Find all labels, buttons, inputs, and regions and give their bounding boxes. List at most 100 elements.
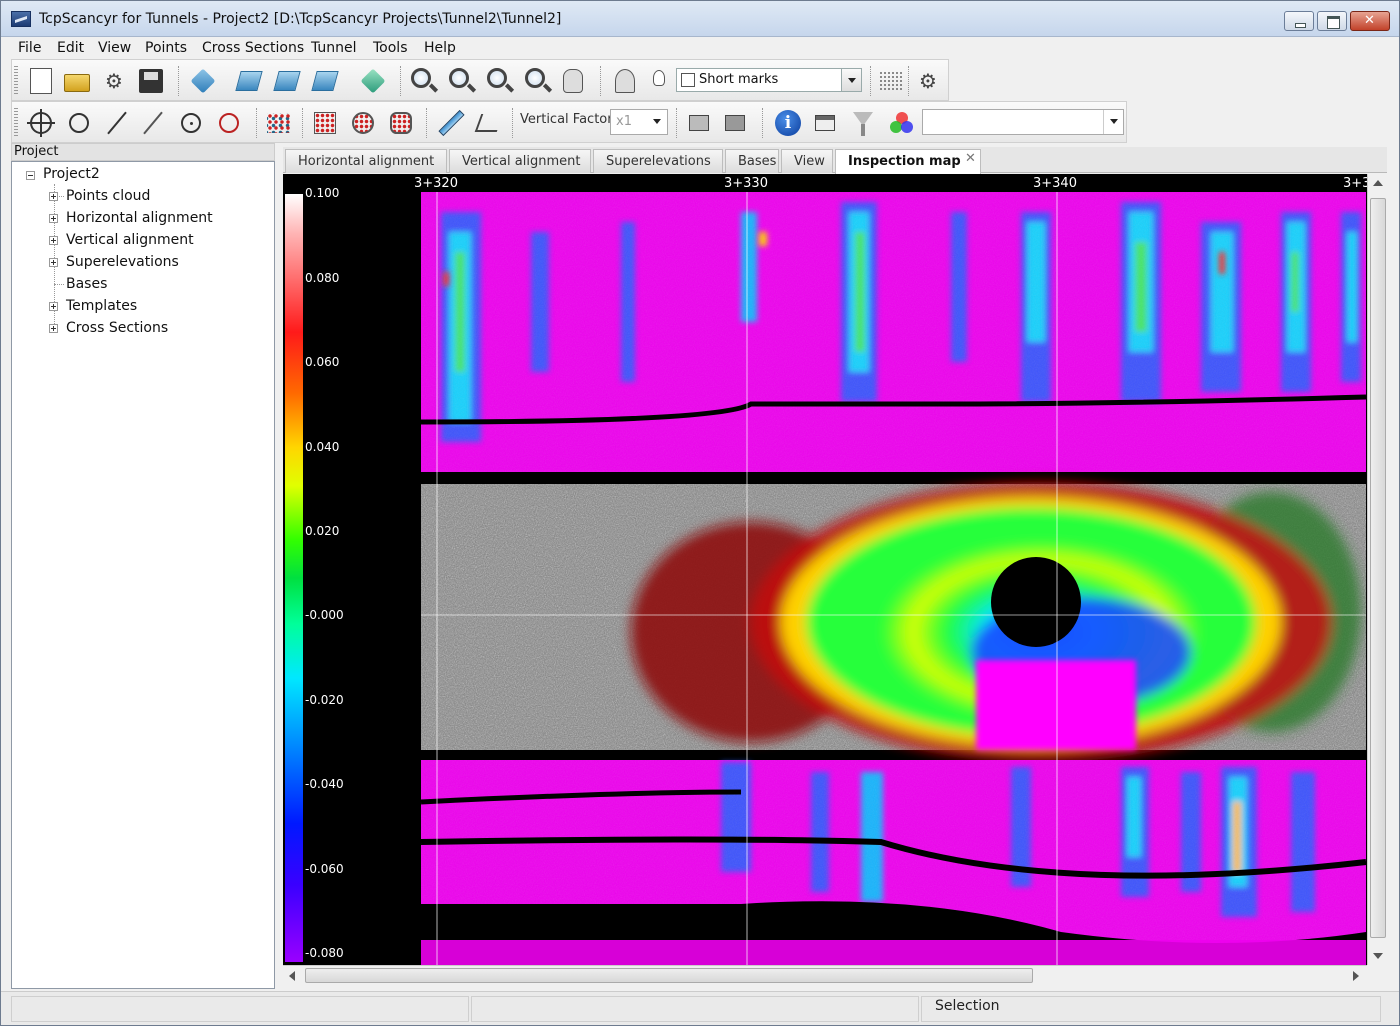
- short-marks-label: Short marks: [699, 72, 779, 87]
- settings-icon[interactable]: ⚙: [100, 66, 130, 96]
- circle-red-icon[interactable]: [214, 108, 244, 138]
- menu-tunnel[interactable]: Tunnel: [311, 40, 357, 56]
- minimize-button[interactable]: [1284, 11, 1314, 31]
- points-box-icon[interactable]: [310, 108, 340, 138]
- tree-node-project[interactable]: Project2: [43, 166, 100, 182]
- tree-expander[interactable]: [49, 192, 58, 201]
- gear-icon[interactable]: ⚙: [914, 66, 944, 96]
- menu-cross-sections[interactable]: Cross Sections: [202, 40, 304, 56]
- points-circle-icon[interactable]: [348, 108, 378, 138]
- tab-inspection-map[interactable]: Inspection map: [835, 149, 981, 174]
- tree-node-vertical-alignment[interactable]: Vertical alignment: [66, 232, 194, 248]
- tab-view[interactable]: View: [781, 149, 833, 173]
- close-tab-icon[interactable]: ✕: [965, 151, 976, 166]
- close-button[interactable]: [1350, 11, 1390, 31]
- vertical-factor-select[interactable]: x1: [610, 109, 668, 135]
- tree-expander[interactable]: [26, 171, 35, 180]
- camera-icon[interactable]: [684, 108, 714, 138]
- zoom-in-icon[interactable]: [408, 66, 438, 96]
- zoom-window-icon[interactable]: [484, 66, 514, 96]
- horizontal-scrollbar[interactable]: [283, 965, 1367, 985]
- scale-label: 0.060: [305, 355, 340, 369]
- grid-icon[interactable]: [876, 66, 906, 96]
- tree-node-points-cloud[interactable]: Points cloud: [66, 188, 150, 204]
- top-view-icon[interactable]: [310, 66, 340, 96]
- drawing-toolbar: Vertical Factor x1 i: [11, 101, 1127, 143]
- tree-node-templates[interactable]: Templates: [66, 298, 137, 314]
- points-polygon-icon[interactable]: [386, 108, 416, 138]
- short-marks-checkbox[interactable]: [681, 73, 695, 87]
- menu-edit[interactable]: Edit: [57, 40, 84, 56]
- vertical-scrollbar[interactable]: [1367, 174, 1387, 965]
- scroll-up-icon[interactable]: [1373, 180, 1383, 186]
- status-text: Selection: [935, 998, 1000, 1014]
- menu-help[interactable]: Help: [424, 40, 456, 56]
- crosshair-icon[interactable]: [26, 108, 56, 138]
- menu-view[interactable]: View: [98, 40, 131, 56]
- cube-view-icon[interactable]: [188, 66, 218, 96]
- tree-expander[interactable]: [49, 236, 58, 245]
- color-scale-bar: [285, 194, 303, 962]
- toolbar-grip[interactable]: [14, 66, 18, 96]
- filter-icon[interactable]: [848, 108, 878, 138]
- station-label: 3+340: [1033, 176, 1077, 191]
- camera-multi-icon[interactable]: [720, 108, 750, 138]
- app-icon[interactable]: [11, 11, 31, 27]
- chevron-down-icon[interactable]: [841, 69, 861, 91]
- tab-bases[interactable]: Bases: [725, 149, 779, 173]
- chevron-down-icon[interactable]: [647, 110, 667, 134]
- open-folder-icon[interactable]: [62, 66, 92, 96]
- tree-node-cross-sections[interactable]: Cross Sections: [66, 320, 168, 336]
- tree-expander[interactable]: [49, 302, 58, 311]
- scroll-down-icon[interactable]: [1373, 953, 1383, 959]
- side-view-icon[interactable]: [272, 66, 302, 96]
- layer-combo[interactable]: [922, 109, 1124, 135]
- horizontal-scroll-thumb[interactable]: [305, 968, 1033, 983]
- scale-label: -0.000: [305, 608, 344, 622]
- inspection-map-viewport[interactable]: 0.100 0.080 0.060 0.040 0.020 -0.000 -0.…: [283, 174, 1387, 965]
- menu-file[interactable]: File: [18, 40, 41, 56]
- colors-icon[interactable]: [886, 108, 916, 138]
- lamp-icon[interactable]: [610, 66, 640, 96]
- menu-points[interactable]: Points: [145, 40, 187, 56]
- tree-expander[interactable]: [49, 258, 58, 267]
- window-icon[interactable]: [810, 108, 840, 138]
- tree-node-superelevations[interactable]: Superelevations: [66, 254, 179, 270]
- bulb-icon[interactable]: [644, 66, 674, 96]
- vertical-scroll-thumb[interactable]: [1370, 198, 1386, 938]
- line-icon[interactable]: [102, 108, 132, 138]
- front-view-icon[interactable]: [234, 66, 264, 96]
- toolbar-grip[interactable]: [14, 108, 18, 138]
- tab-superelevations[interactable]: Superelevations: [593, 149, 723, 173]
- deviation-map[interactable]: [421, 192, 1366, 965]
- chevron-down-icon[interactable]: [1103, 110, 1123, 134]
- save-icon[interactable]: [136, 66, 166, 96]
- document-tabs: Horizontal alignment Vertical alignment …: [283, 147, 1387, 174]
- pan-hand-icon[interactable]: [558, 66, 588, 96]
- ruler-icon[interactable]: [436, 108, 466, 138]
- angle-icon[interactable]: [474, 108, 504, 138]
- menu-tools[interactable]: Tools: [373, 40, 408, 56]
- circle-icon[interactable]: [64, 108, 94, 138]
- zoom-extents-icon[interactable]: [522, 66, 552, 96]
- new-document-icon[interactable]: [26, 66, 56, 96]
- scale-label: -0.060: [305, 862, 344, 876]
- status-cell: [471, 996, 919, 1022]
- rotate-view-icon[interactable]: [358, 66, 388, 96]
- tree-node-horizontal-alignment[interactable]: Horizontal alignment: [66, 210, 213, 226]
- point-cloud-icon[interactable]: [264, 108, 294, 138]
- tab-vertical-alignment[interactable]: Vertical alignment: [449, 149, 591, 173]
- scroll-left-icon[interactable]: [289, 971, 295, 981]
- short-marks-combo[interactable]: Short marks: [676, 68, 862, 92]
- zoom-out-icon[interactable]: [446, 66, 476, 96]
- title-bar[interactable]: TcpScancyr for Tunnels - Project2 [D:\Tc…: [1, 1, 1399, 37]
- line-alt-icon[interactable]: [138, 108, 168, 138]
- tree-expander[interactable]: [49, 324, 58, 333]
- scroll-right-icon[interactable]: [1353, 971, 1359, 981]
- tree-expander[interactable]: [49, 214, 58, 223]
- maximize-button[interactable]: [1317, 11, 1347, 31]
- center-circle-icon[interactable]: [176, 108, 206, 138]
- tab-horizontal-alignment[interactable]: Horizontal alignment: [285, 149, 447, 173]
- tree-node-bases[interactable]: Bases: [66, 276, 107, 292]
- info-icon[interactable]: i: [772, 108, 802, 138]
